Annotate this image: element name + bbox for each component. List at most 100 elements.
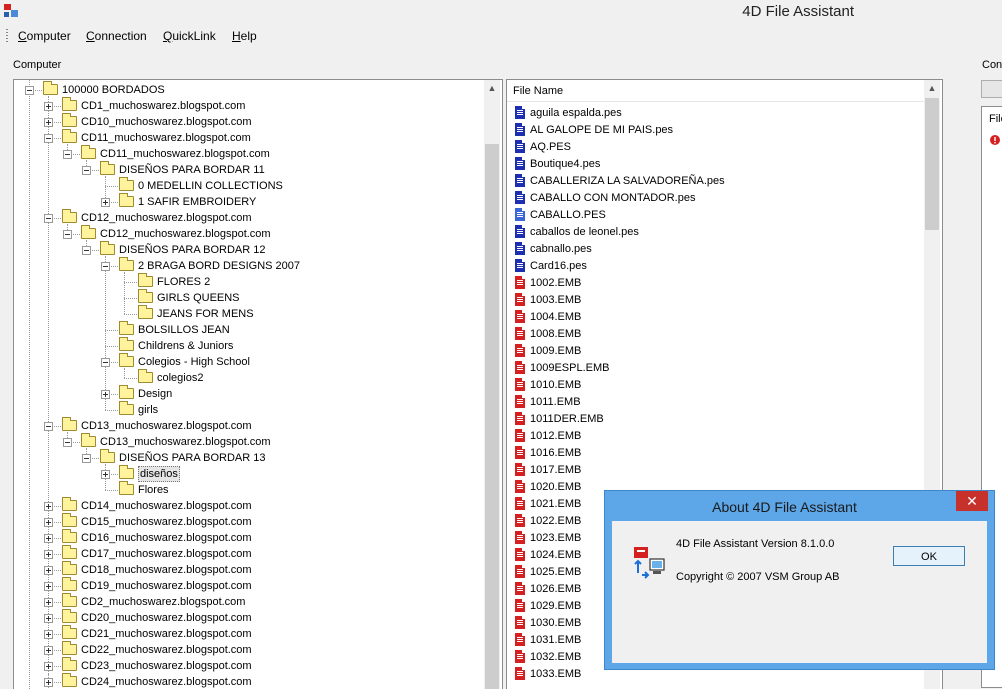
- tree-node[interactable]: CD2_muchoswarez.blogspot.com: [14, 593, 482, 610]
- close-button[interactable]: ✕: [956, 491, 988, 511]
- expand-plus-icon[interactable]: [44, 614, 53, 623]
- expand-plus-icon[interactable]: [44, 502, 53, 511]
- collapse-minus-icon[interactable]: [82, 454, 91, 463]
- tree-node[interactable]: CD12_muchoswarez.blogspot.com: [14, 225, 482, 242]
- expand-plus-icon[interactable]: [44, 534, 53, 543]
- tree-node[interactable]: CD12_muchoswarez.blogspot.com: [14, 209, 482, 226]
- tree-node[interactable]: CD22_muchoswarez.blogspot.com: [14, 641, 482, 658]
- file-row[interactable]: 1011DER.EMB: [507, 411, 924, 428]
- tree-node[interactable]: 1 SAFIR EMBROIDERY: [14, 193, 482, 210]
- tree-node[interactable]: 100000 BORDADOS: [14, 81, 482, 98]
- file-row[interactable]: 1009ESPL.EMB: [507, 360, 924, 377]
- tree-node[interactable]: CD17_muchoswarez.blogspot.com: [14, 545, 482, 562]
- tree-node[interactable]: CD18_muchoswarez.blogspot.com: [14, 561, 482, 578]
- file-row[interactable]: 1010.EMB: [507, 377, 924, 394]
- tree-node[interactable]: DISEÑOS PARA BORDAR 11: [14, 161, 482, 178]
- file-row[interactable]: caballos de leonel.pes: [507, 224, 924, 241]
- file-row[interactable]: 1017.EMB: [507, 462, 924, 479]
- tree-node[interactable]: girls: [14, 401, 482, 418]
- expand-plus-icon[interactable]: [101, 470, 110, 479]
- tree-node[interactable]: BOLSILLOS JEAN: [14, 321, 482, 338]
- menu-computer[interactable]: Computer: [18, 29, 71, 43]
- collapse-minus-icon[interactable]: [25, 86, 34, 95]
- tree-node[interactable]: 2 BRAGA BORD DESIGNS 2007: [14, 257, 482, 274]
- file-row[interactable]: CABALLO.PES: [507, 207, 924, 224]
- expand-plus-icon[interactable]: [101, 390, 110, 399]
- file-row[interactable]: CABALLO CON MONTADOR.pes: [507, 190, 924, 207]
- tree-scrollbar[interactable]: ▲: [484, 80, 500, 689]
- tree-node[interactable]: CD11_muchoswarez.blogspot.com: [14, 145, 482, 162]
- tree-node[interactable]: colegios2: [14, 369, 482, 386]
- tree-node[interactable]: CD10_muchoswarez.blogspot.com: [14, 113, 482, 130]
- file-row[interactable]: 1016.EMB: [507, 445, 924, 462]
- file-row[interactable]: AL GALOPE DE MI PAIS.pes: [507, 122, 924, 139]
- tree-node[interactable]: DISEÑOS PARA BORDAR 12: [14, 241, 482, 258]
- expand-plus-icon[interactable]: [44, 678, 53, 687]
- tree-node[interactable]: CD13_muchoswarez.blogspot.com: [14, 433, 482, 450]
- expand-plus-icon[interactable]: [44, 582, 53, 591]
- tree-node[interactable]: CD16_muchoswarez.blogspot.com: [14, 529, 482, 546]
- file-name-column-header[interactable]: File Name: [507, 80, 924, 102]
- collapse-minus-icon[interactable]: [44, 214, 53, 223]
- tree-scroll-thumb[interactable]: [485, 144, 499, 689]
- tree-node[interactable]: CD15_muchoswarez.blogspot.com: [14, 513, 482, 530]
- tree-node[interactable]: FLORES 2: [14, 273, 482, 290]
- tree-node[interactable]: CD23_muchoswarez.blogspot.com: [14, 657, 482, 674]
- tree-node[interactable]: Childrens & Juniors: [14, 337, 482, 354]
- file-row[interactable]: CABALLERIZA LA SALVADOREÑA.pes: [507, 173, 924, 190]
- scroll-up-arrow-icon[interactable]: ▲: [484, 80, 500, 96]
- file-row[interactable]: Boutique4.pes: [507, 156, 924, 173]
- collapse-minus-icon[interactable]: [63, 438, 72, 447]
- tree-node[interactable]: Design: [14, 385, 482, 402]
- tree-node[interactable]: CD20_muchoswarez.blogspot.com: [14, 609, 482, 626]
- collapse-minus-icon[interactable]: [44, 134, 53, 143]
- tree-node[interactable]: CD11_muchoswarez.blogspot.com: [14, 129, 482, 146]
- expand-plus-icon[interactable]: [101, 198, 110, 207]
- expand-plus-icon[interactable]: [44, 598, 53, 607]
- tree-node[interactable]: CD14_muchoswarez.blogspot.com: [14, 497, 482, 514]
- tree-node[interactable]: GIRLS QUEENS: [14, 289, 482, 306]
- file-row[interactable]: 1008.EMB: [507, 326, 924, 343]
- tree-node[interactable]: JEANS FOR MENS: [14, 305, 482, 322]
- tree-node[interactable]: Flores: [14, 481, 482, 498]
- collapse-minus-icon[interactable]: [63, 230, 72, 239]
- expand-plus-icon[interactable]: [44, 646, 53, 655]
- expand-plus-icon[interactable]: [44, 662, 53, 671]
- collapse-minus-icon[interactable]: [82, 246, 91, 255]
- tree-node[interactable]: Colegios - High School: [14, 353, 482, 370]
- connection-toolbar-button[interactable]: [981, 80, 1002, 98]
- collapse-minus-icon[interactable]: [82, 166, 91, 175]
- file-list-scroll-thumb[interactable]: [925, 98, 939, 230]
- collapse-minus-icon[interactable]: [63, 150, 72, 159]
- file-row[interactable]: 1012.EMB: [507, 428, 924, 445]
- tree-node[interactable]: diseños: [14, 465, 482, 482]
- menu-connection[interactable]: Connection: [86, 29, 147, 43]
- scroll-up-arrow-icon[interactable]: ▲: [924, 80, 940, 96]
- file-row[interactable]: cabnallo.pes: [507, 241, 924, 258]
- expand-plus-icon[interactable]: [44, 518, 53, 527]
- file-row[interactable]: 1004.EMB: [507, 309, 924, 326]
- tree-node[interactable]: CD24_muchoswarez.blogspot.com: [14, 673, 482, 689]
- file-row[interactable]: 1009.EMB: [507, 343, 924, 360]
- tree-node[interactable]: 0 MEDELLIN COLLECTIONS: [14, 177, 482, 194]
- expand-plus-icon[interactable]: [44, 550, 53, 559]
- expand-plus-icon[interactable]: [44, 566, 53, 575]
- collapse-minus-icon[interactable]: [44, 422, 53, 431]
- file-row[interactable]: 1011.EMB: [507, 394, 924, 411]
- collapse-minus-icon[interactable]: [101, 262, 110, 271]
- folder-tree[interactable]: 100000 BORDADOS CD1_muchoswarez.blogspot.…: [13, 79, 503, 689]
- tree-node[interactable]: DISEÑOS PARA BORDAR 13: [14, 449, 482, 466]
- expand-plus-icon[interactable]: [44, 630, 53, 639]
- file-row[interactable]: Card16.pes: [507, 258, 924, 275]
- expand-plus-icon[interactable]: [44, 118, 53, 127]
- file-row[interactable]: aguila espalda.pes: [507, 105, 924, 122]
- ok-button[interactable]: OK: [893, 546, 965, 566]
- tree-node[interactable]: CD19_muchoswarez.blogspot.com: [14, 577, 482, 594]
- file-row[interactable]: 1003.EMB: [507, 292, 924, 309]
- file-row[interactable]: AQ.PES: [507, 139, 924, 156]
- menu-help[interactable]: Help: [232, 29, 257, 43]
- menu-quicklink[interactable]: QuickLink: [163, 29, 216, 43]
- tree-node[interactable]: CD13_muchoswarez.blogspot.com: [14, 417, 482, 434]
- collapse-minus-icon[interactable]: [101, 358, 110, 367]
- tree-node[interactable]: CD21_muchoswarez.blogspot.com: [14, 625, 482, 642]
